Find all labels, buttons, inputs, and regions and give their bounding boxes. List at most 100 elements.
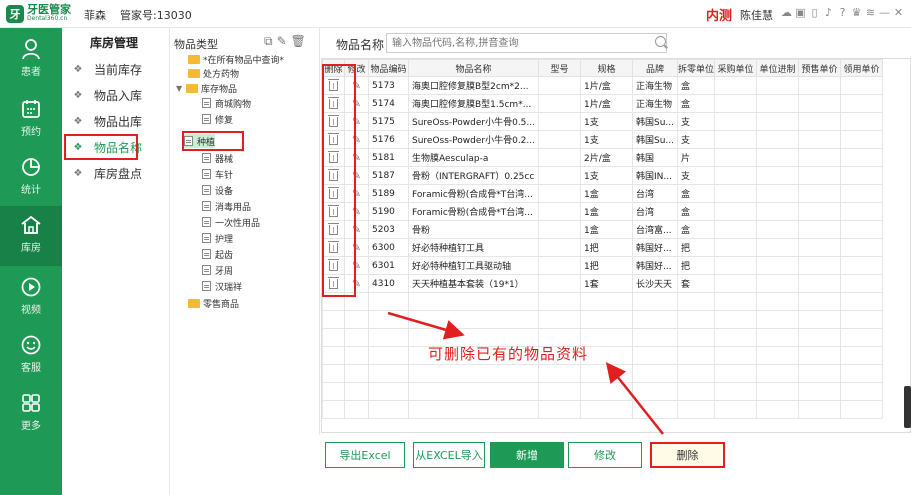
- table-row[interactable]: ✎ 5176 SureOss-Powder小牛骨0.2... 1支 韩国Su... 支: [322, 130, 884, 149]
- tree-item[interactable]: 起齿: [202, 247, 233, 261]
- tree-item[interactable]: 一次性用品: [202, 215, 260, 229]
- close-icon[interactable]: ✕: [893, 6, 904, 19]
- import-excel-button[interactable]: 从EXCEL导入: [413, 442, 485, 468]
- cell-empty: [714, 274, 758, 293]
- cell-empty: [580, 310, 633, 329]
- tree-item[interactable]: 修复: [202, 112, 233, 126]
- submenu-item-stocktake[interactable]: ❖ 库房盘点: [66, 162, 166, 184]
- nav-item-patients[interactable]: 患者: [0, 30, 62, 86]
- nav-item-statistics[interactable]: 统计: [0, 148, 62, 204]
- table-row[interactable]: ✎ 5203 骨粉 1盒 台湾富... 盒: [322, 220, 884, 239]
- table-row[interactable]: ✎ 4310 天天种植基本套装（19*1） 1套 长沙天天套: [322, 274, 884, 293]
- wifi-icon[interactable]: ≋: [865, 6, 876, 19]
- category-toolbar: ⧉ ✎ 🗑: [264, 34, 306, 49]
- add-button[interactable]: 新增: [490, 442, 564, 468]
- nav-item-more[interactable]: 更多: [0, 384, 62, 440]
- cell-empty: [676, 292, 716, 311]
- edit-button[interactable]: 修改: [568, 442, 642, 468]
- tree-item[interactable]: 器械: [202, 151, 233, 165]
- annotation-text: 可删除已有的物品资料: [428, 345, 589, 363]
- column-header[interactable]: 采购单位: [714, 59, 758, 77]
- nav-item-appointments[interactable]: 预约: [0, 90, 62, 146]
- table-row[interactable]: ✎ 6301 好必特种植钉工具驱动轴 1把 韩国好... 把: [322, 256, 884, 275]
- tree-item[interactable]: 设备: [202, 183, 233, 197]
- table-row[interactable]: ✎ 5187 骨粉（INTERGRAFT）0.25cc 1支 韩国IN... 支: [322, 166, 884, 185]
- folder-icon: [188, 298, 200, 308]
- column-header[interactable]: 单位进制: [756, 59, 800, 77]
- submenu-item-stock-in[interactable]: ❖ 物品入库: [66, 84, 166, 106]
- cell-empty: [580, 382, 633, 401]
- column-header[interactable]: 规格: [580, 59, 633, 77]
- column-header[interactable]: 预售单价: [798, 59, 842, 77]
- delete-icon[interactable]: 🗑: [291, 34, 306, 49]
- table-row[interactable]: ✎ 5173 海奥口腔修复膜B型2cm*2... 1片/盒 正海生物盒: [322, 76, 884, 95]
- search-icon[interactable]: [655, 36, 666, 47]
- expand-arrow-icon[interactable]: ▼: [176, 84, 186, 93]
- document-icon: [202, 201, 211, 211]
- tree-item[interactable]: 牙周: [202, 263, 233, 277]
- submenu-item-stock-out[interactable]: ❖ 物品出库: [66, 110, 166, 132]
- column-header[interactable]: 物品名称: [408, 59, 539, 77]
- warehouse-submenu: 库房管理 ❖ 当前库存 ❖ 物品入库 ❖ 物品出库 ❖ 物品名称 ❖ 库房盘点: [62, 28, 170, 495]
- column-header[interactable]: 领用单价: [840, 59, 884, 77]
- tree-item[interactable]: 零售商品: [188, 296, 239, 310]
- tree-item[interactable]: *在所有物品中查询*: [188, 52, 284, 66]
- tree-item[interactable]: 消毒用品: [202, 199, 251, 213]
- export-excel-button[interactable]: 导出Excel: [325, 442, 405, 468]
- column-header[interactable]: 型号: [538, 59, 581, 77]
- minimize-icon[interactable]: —: [879, 6, 890, 19]
- table-row-empty: [322, 346, 884, 365]
- tree-item[interactable]: 车针: [202, 167, 233, 181]
- cell-model: [538, 94, 581, 113]
- column-header[interactable]: 物品编码: [368, 59, 409, 77]
- help-icon[interactable]: ?: [837, 6, 848, 19]
- tree-item[interactable]: 护理: [202, 231, 233, 245]
- column-header[interactable]: 拆零单位: [676, 59, 716, 77]
- cell-name: SureOss-Powder小牛骨0.5...: [408, 112, 539, 131]
- edit-icon[interactable]: ✎: [277, 34, 287, 49]
- table-row[interactable]: ✎ 5175 SureOss-Powder小牛骨0.5... 1支 韩国Su... 支: [322, 112, 884, 131]
- table-row[interactable]: ✎ 5181 生物膜Aesculap-a 2片/盒 韩国片: [322, 148, 884, 167]
- bell-icon[interactable]: ♪: [823, 6, 834, 19]
- tree-item[interactable]: ▼ 库存物品: [176, 81, 237, 95]
- table-row[interactable]: ✎ 5174 海奥口腔修复膜B型1.5cm*... 1片/盒 正海生物盒: [322, 94, 884, 113]
- chat-icon[interactable]: ☁: [781, 6, 792, 19]
- cell-name: 骨粉（INTERGRAFT）0.25cc: [408, 166, 539, 185]
- gift-icon[interactable]: ♛: [851, 6, 862, 19]
- document-icon: [202, 217, 211, 227]
- cell-empty: [632, 382, 678, 401]
- cell-name: 海奥口腔修复膜B型1.5cm*...: [408, 94, 539, 113]
- cell-empty: [408, 292, 539, 311]
- submenu-item-current-stock[interactable]: ❖ 当前库存: [66, 58, 166, 80]
- cell-empty: [756, 400, 800, 419]
- tree-item[interactable]: 处方药物: [188, 66, 239, 80]
- cell-empty: [798, 166, 842, 185]
- cell-code: 5173: [368, 76, 409, 95]
- delete-button[interactable]: 删除: [650, 442, 725, 468]
- tree-item[interactable]: 汉瑞祥: [202, 279, 242, 293]
- nav-item-video[interactable]: 视频: [0, 268, 62, 324]
- nav-item-warehouse[interactable]: 库房: [0, 206, 62, 266]
- phone-icon[interactable]: ▯: [809, 6, 820, 19]
- table-row[interactable]: ✎ 5189 Foramic骨粉(合成骨*T台湾... 1盒 台湾盒: [322, 184, 884, 203]
- cell-code: 5175: [368, 112, 409, 131]
- cell-spec: 1支: [580, 112, 633, 131]
- folder-icon: [188, 54, 200, 64]
- copy-icon[interactable]: ⧉: [264, 34, 273, 49]
- tree-item[interactable]: 商城购物: [202, 96, 251, 110]
- cell-empty: [580, 346, 633, 365]
- nav-item-service[interactable]: 客服: [0, 326, 62, 382]
- document-icon: [202, 114, 211, 124]
- column-header[interactable]: 品牌: [632, 59, 678, 77]
- table-row[interactable]: ✎ 5190 Foramic骨粉(合成骨*T台湾... 1盒 台湾盒: [322, 202, 884, 221]
- table-row[interactable]: ✎ 6300 好必特种植钉工具 1把 韩国好... 把: [322, 238, 884, 257]
- cell-empty: [756, 328, 800, 347]
- cell-brand: 韩国好...: [632, 238, 678, 257]
- cell-empty: [714, 328, 758, 347]
- tree-item-label: 商城购物: [215, 99, 252, 110]
- items-table-container: 删除 修改 物品编码 物品名称 型号 规格 品牌 拆零单位 采购单位 单位进制 预售单价 领用单价 ✎…: [321, 58, 911, 433]
- message-icon[interactable]: ▣: [795, 6, 806, 19]
- user-name[interactable]: 陈佳慧: [740, 7, 773, 23]
- cell-model: [538, 76, 581, 95]
- search-input[interactable]: [386, 33, 667, 53]
